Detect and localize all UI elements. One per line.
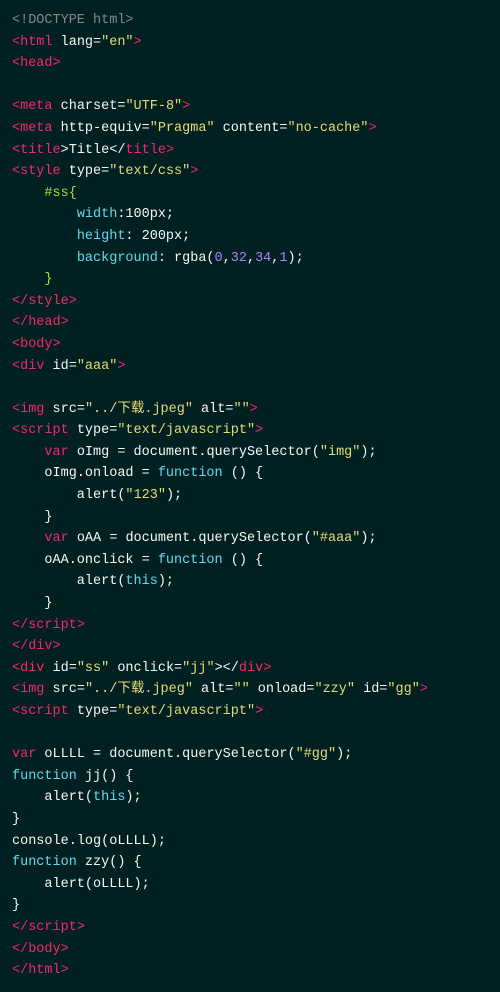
code-line: </html>: [12, 960, 488, 982]
code-line: alert(this);: [12, 571, 488, 593]
code-line: #ss{: [12, 183, 488, 205]
code-line: alert(this);: [12, 787, 488, 809]
code-line: <img src="../下载.jpeg" alt="">: [12, 399, 488, 421]
code-line: function zzy() {: [12, 852, 488, 874]
code-line: }: [12, 507, 488, 529]
code-line: width:100px;: [12, 204, 488, 226]
code-line: }: [12, 593, 488, 615]
code-line: </head>: [12, 312, 488, 334]
code-line: alert(oLLLL);: [12, 874, 488, 896]
code-line: background: rgba(0,32,34,1);: [12, 248, 488, 270]
code-editor: <!DOCTYPE html><html lang="en"><head> <m…: [12, 10, 488, 982]
code-line: <meta http-equiv="Pragma" content="no-ca…: [12, 118, 488, 140]
code-line: alert("123");: [12, 485, 488, 507]
code-line: </div>: [12, 636, 488, 658]
code-line: <img src="../下载.jpeg" alt="" onload="zzy…: [12, 679, 488, 701]
code-line: }: [12, 895, 488, 917]
code-line: height: 200px;: [12, 226, 488, 248]
code-line: <meta charset="UTF-8">: [12, 96, 488, 118]
code-line: </style>: [12, 291, 488, 313]
code-line: [12, 377, 488, 399]
code-line: </script>: [12, 615, 488, 637]
code-line: </body>: [12, 939, 488, 961]
code-line: }: [12, 809, 488, 831]
code-line: <div id="ss" onclick="jj"></div>: [12, 658, 488, 680]
code-line: <div id="aaa">: [12, 356, 488, 378]
code-line: <script type="text/javascript">: [12, 701, 488, 723]
code-line: <head>: [12, 53, 488, 75]
code-line: oAA.onclick = function () {: [12, 550, 488, 572]
code-line: }: [12, 269, 488, 291]
code-line: [12, 723, 488, 745]
code-line: <style type="text/css">: [12, 161, 488, 183]
code-line: <title>Title</title>: [12, 140, 488, 162]
code-line: var oAA = document.querySelector("#aaa")…: [12, 528, 488, 550]
code-line: </script>: [12, 917, 488, 939]
code-line: <script type="text/javascript">: [12, 420, 488, 442]
code-line: console.log(oLLLL);: [12, 831, 488, 853]
code-line: <body>: [12, 334, 488, 356]
code-line: oImg.onload = function () {: [12, 463, 488, 485]
code-line: [12, 75, 488, 97]
code-line: <html lang="en">: [12, 32, 488, 54]
code-line: <!DOCTYPE html>: [12, 10, 488, 32]
code-line: var oImg = document.querySelector("img")…: [12, 442, 488, 464]
code-line: var oLLLL = document.querySelector("#gg"…: [12, 744, 488, 766]
code-line: function jj() {: [12, 766, 488, 788]
